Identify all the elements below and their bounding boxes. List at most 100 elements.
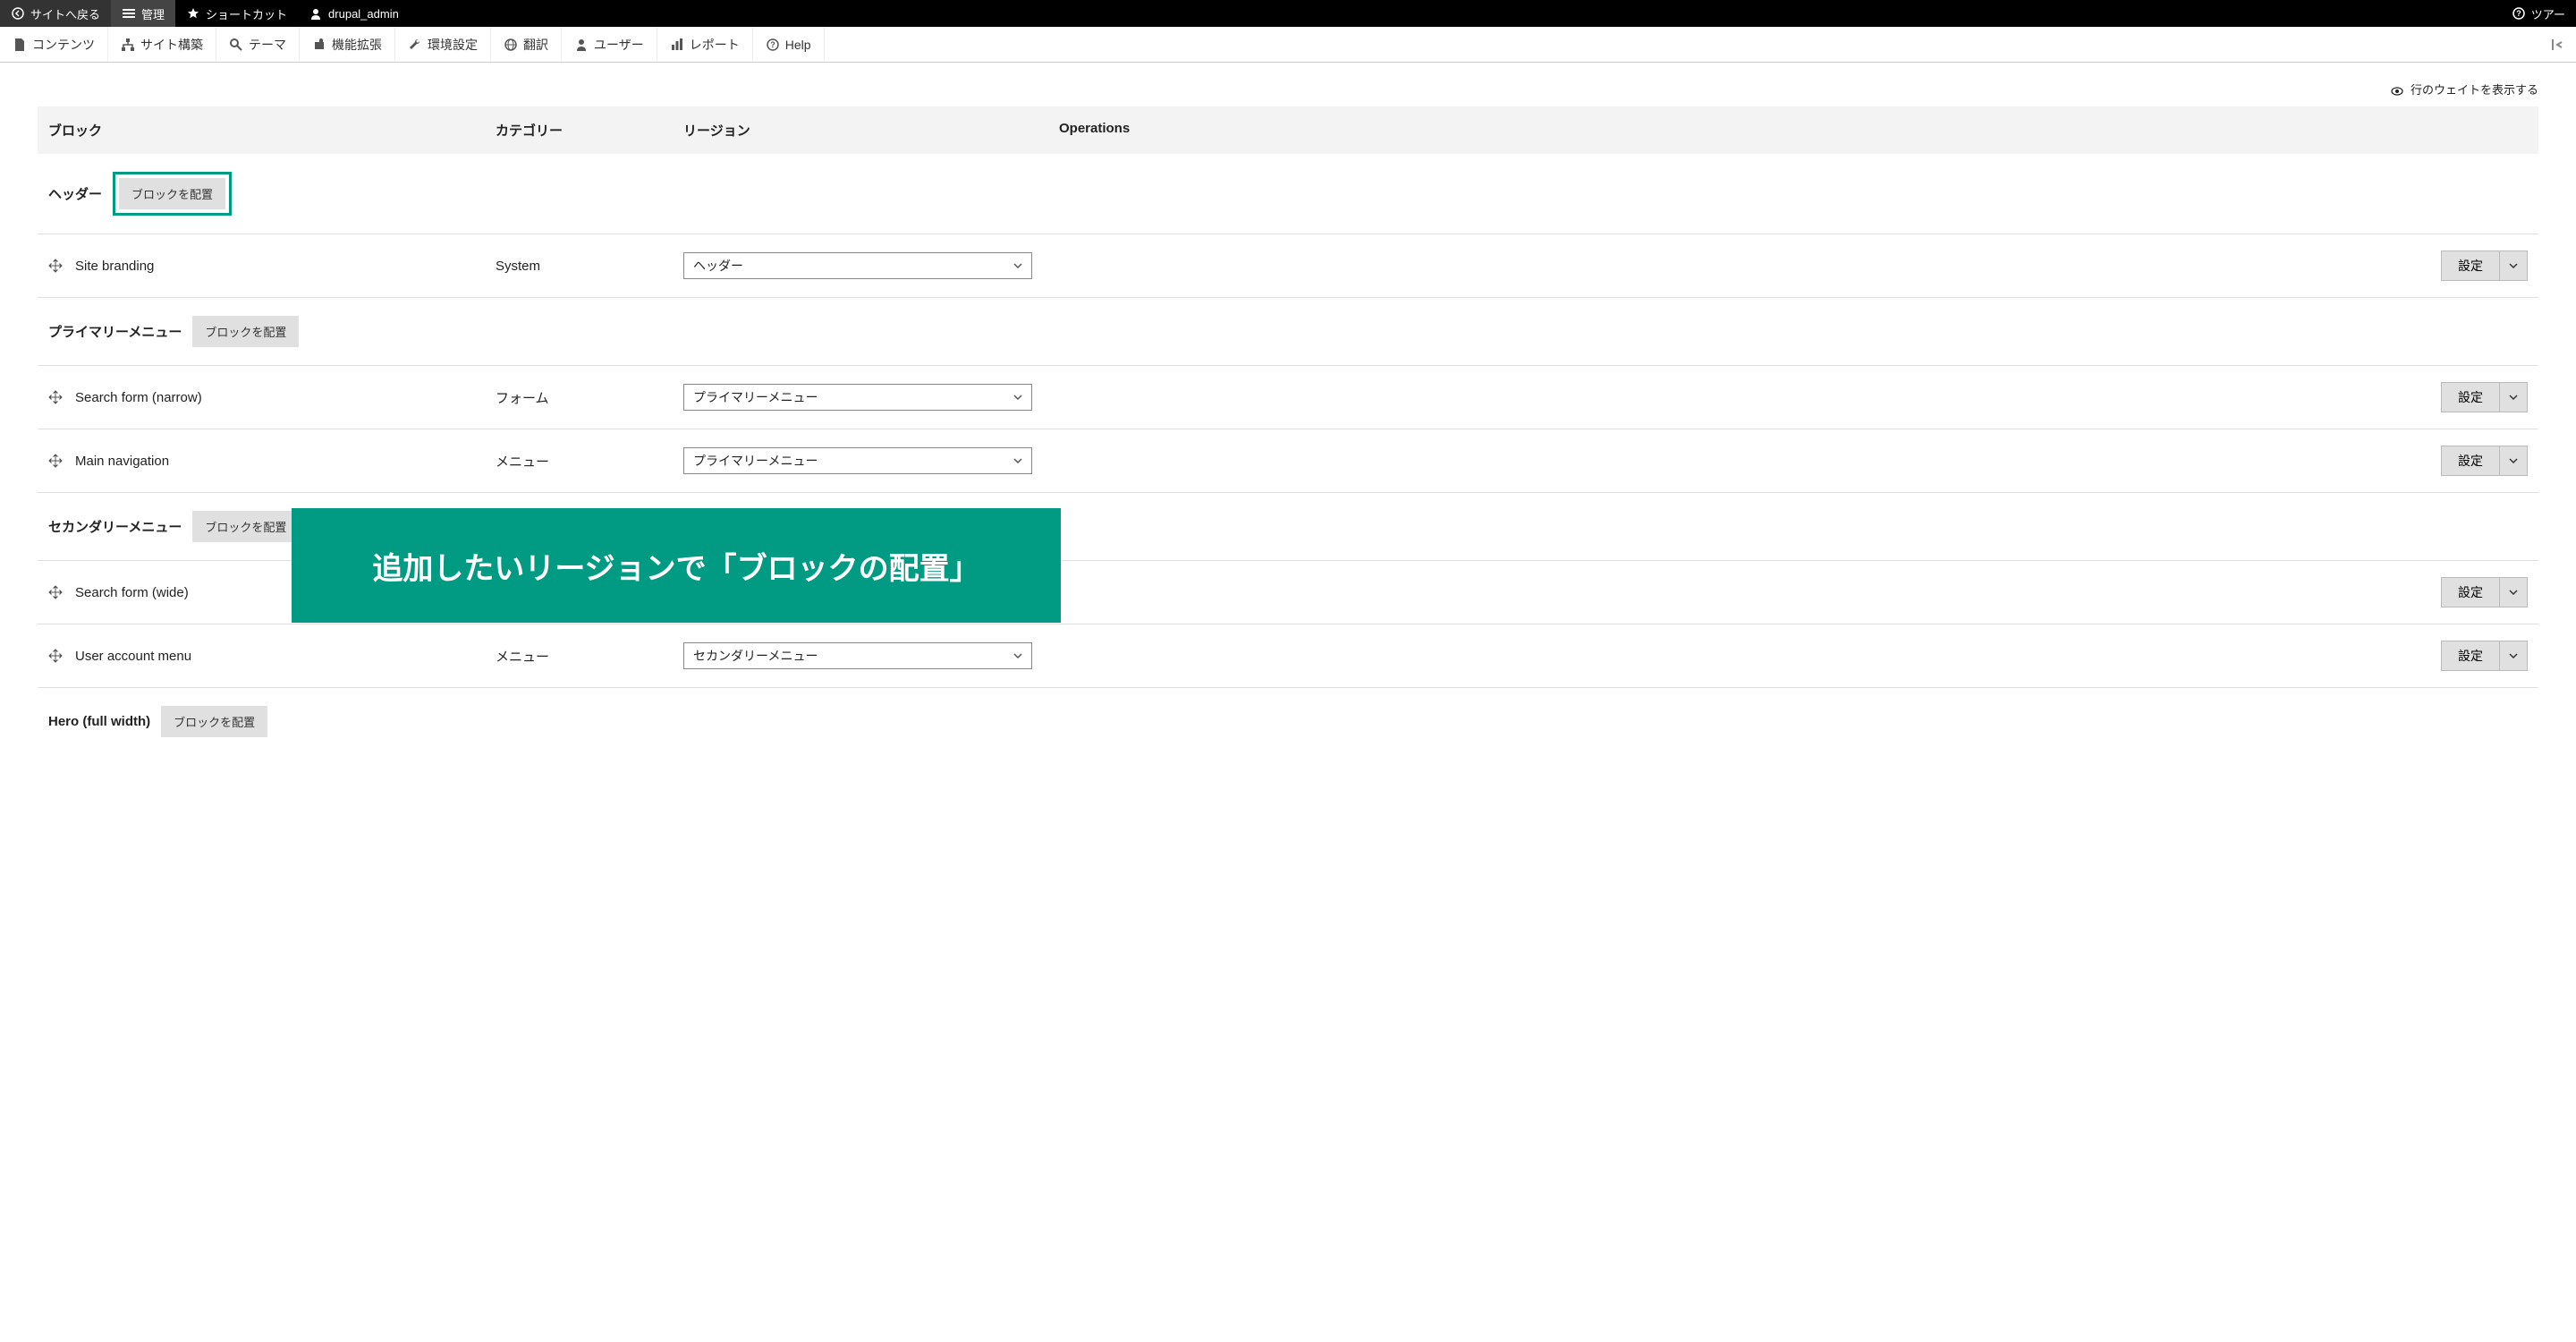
chevron-down-icon [1013, 261, 1022, 270]
globe-icon [504, 38, 518, 52]
main-content: 行のウェイトを表示する ブロック カテゴリー リージョン Operations … [0, 63, 2576, 755]
chevron-down-icon [2509, 651, 2518, 660]
highlight-box: ブロックを配置 [113, 172, 232, 216]
region-select[interactable]: プライマリーメニュー [683, 447, 1032, 474]
structure-label: サイト構築 [140, 36, 203, 54]
people-icon [574, 38, 589, 52]
hamburger-icon [122, 6, 136, 21]
block-name-label: User account menu [75, 649, 191, 664]
collapse-icon [2551, 38, 2565, 52]
block-name-label: Main navigation [75, 454, 169, 469]
manage-toggle[interactable]: 管理 [111, 0, 175, 27]
extend-icon [312, 38, 326, 52]
region-name: セカンダリーメニュー [48, 517, 182, 536]
operations-dropbutton: 設定 [2441, 577, 2528, 607]
place-block-button[interactable]: ブロックを配置 [192, 511, 299, 542]
drag-handle-icon[interactable] [48, 585, 63, 599]
admin-reports[interactable]: レポート [657, 27, 753, 62]
settings-button[interactable]: 設定 [2441, 641, 2500, 671]
chevron-down-icon [2509, 456, 2518, 465]
place-block-button[interactable]: ブロックを配置 [192, 316, 299, 347]
region-name: Hero (full width) [48, 714, 150, 729]
settings-button[interactable]: 設定 [2441, 251, 2500, 281]
user-menu[interactable]: drupal_admin [298, 0, 410, 27]
back-to-site[interactable]: サイトへ戻る [0, 0, 111, 27]
admin-topbar: サイトへ戻る 管理 ショートカット drupal_admin ? ツアー [0, 0, 2576, 27]
user-label: drupal_admin [328, 7, 399, 21]
block-name-label: Site branding [75, 259, 154, 274]
region-select-value: プライマリーメニュー [693, 388, 818, 406]
chevron-down-icon [1013, 651, 1022, 660]
eye-icon [2391, 85, 2403, 98]
block-category: フォーム [496, 388, 683, 407]
place-block-button[interactable]: ブロックを配置 [119, 178, 225, 209]
svg-text:?: ? [2516, 9, 2521, 18]
overlay-text: 追加したいリージョンで「ブロックの配置」 [372, 544, 979, 588]
th-region: リージョン [683, 121, 1059, 140]
chevron-down-icon [1013, 456, 1022, 465]
chevron-down-icon [2509, 588, 2518, 597]
show-weights-link[interactable]: 行のウェイトを表示する [2391, 83, 2538, 97]
drag-handle-icon[interactable] [48, 454, 63, 468]
shortcuts-label: ショートカット [206, 5, 287, 22]
config-label: 環境設定 [428, 36, 478, 54]
region-select[interactable]: プライマリーメニュー [683, 384, 1032, 411]
content-icon [13, 38, 27, 52]
region-header: ヘッダー ブロックを配置 [38, 154, 2538, 234]
admin-people[interactable]: ユーザー [562, 27, 657, 62]
manage-label: 管理 [141, 5, 165, 22]
th-operations: Operations [1059, 121, 2528, 140]
block-category: System [496, 259, 683, 274]
admin-extend[interactable]: 機能拡張 [300, 27, 395, 62]
region-name: プライマリーメニュー [48, 322, 182, 341]
collapse-toolbar[interactable] [2540, 38, 2576, 52]
block-category: メニュー [496, 452, 683, 471]
block-name-label: Search form (narrow) [75, 390, 202, 405]
translate-label: 翻訳 [523, 36, 548, 54]
admin-structure[interactable]: サイト構築 [108, 27, 216, 62]
chevron-down-icon [1013, 393, 1022, 402]
admin-content[interactable]: コンテンツ [0, 27, 108, 62]
drag-handle-icon[interactable] [48, 649, 63, 663]
admin-config[interactable]: 環境設定 [395, 27, 491, 62]
star-icon [186, 6, 200, 21]
help-label: Help [785, 38, 811, 52]
show-weights-label: 行のウェイトを表示する [2411, 83, 2538, 97]
region-select-value: セカンダリーメニュー [693, 647, 818, 665]
tour-button[interactable]: ? ツアー [2501, 0, 2576, 27]
drag-handle-icon[interactable] [48, 259, 63, 273]
structure-icon [121, 38, 135, 52]
region-select[interactable]: セカンダリーメニュー [683, 642, 1032, 669]
block-row: Site branding System ヘッダー 設定 [38, 234, 2538, 298]
th-block: ブロック [48, 121, 496, 140]
operations-dropdown[interactable] [2500, 641, 2528, 671]
operations-dropdown[interactable] [2500, 577, 2528, 607]
region-primary-menu: プライマリーメニュー ブロックを配置 [38, 298, 2538, 366]
operations-dropdown[interactable] [2500, 382, 2528, 412]
operations-dropdown[interactable] [2500, 446, 2528, 476]
svg-text:?: ? [770, 40, 775, 49]
annotation-overlay: 追加したいリージョンで「ブロックの配置」 [292, 508, 1061, 623]
appearance-icon [229, 38, 243, 52]
settings-button[interactable]: 設定 [2441, 577, 2500, 607]
reports-label: レポート [690, 36, 740, 54]
admin-help[interactable]: ? Help [753, 27, 825, 62]
block-row: User account menu メニュー セカンダリーメニュー 設定 [38, 624, 2538, 688]
drag-handle-icon[interactable] [48, 390, 63, 404]
block-row: Main navigation メニュー プライマリーメニュー 設定 [38, 429, 2538, 493]
region-select[interactable]: ヘッダー [683, 252, 1032, 279]
appearance-label: テーマ [249, 36, 286, 54]
operations-dropbutton: 設定 [2441, 251, 2528, 281]
back-icon [11, 6, 25, 21]
operations-dropdown[interactable] [2500, 251, 2528, 281]
operations-dropbutton: 設定 [2441, 382, 2528, 412]
settings-button[interactable]: 設定 [2441, 446, 2500, 476]
settings-button[interactable]: 設定 [2441, 382, 2500, 412]
admin-appearance[interactable]: テーマ [216, 27, 300, 62]
region-select-value: プライマリーメニュー [693, 452, 818, 470]
block-category: メニュー [496, 647, 683, 666]
config-icon [408, 38, 422, 52]
admin-translate[interactable]: 翻訳 [491, 27, 562, 62]
shortcuts-menu[interactable]: ショートカット [175, 0, 298, 27]
place-block-button[interactable]: ブロックを配置 [161, 706, 267, 737]
